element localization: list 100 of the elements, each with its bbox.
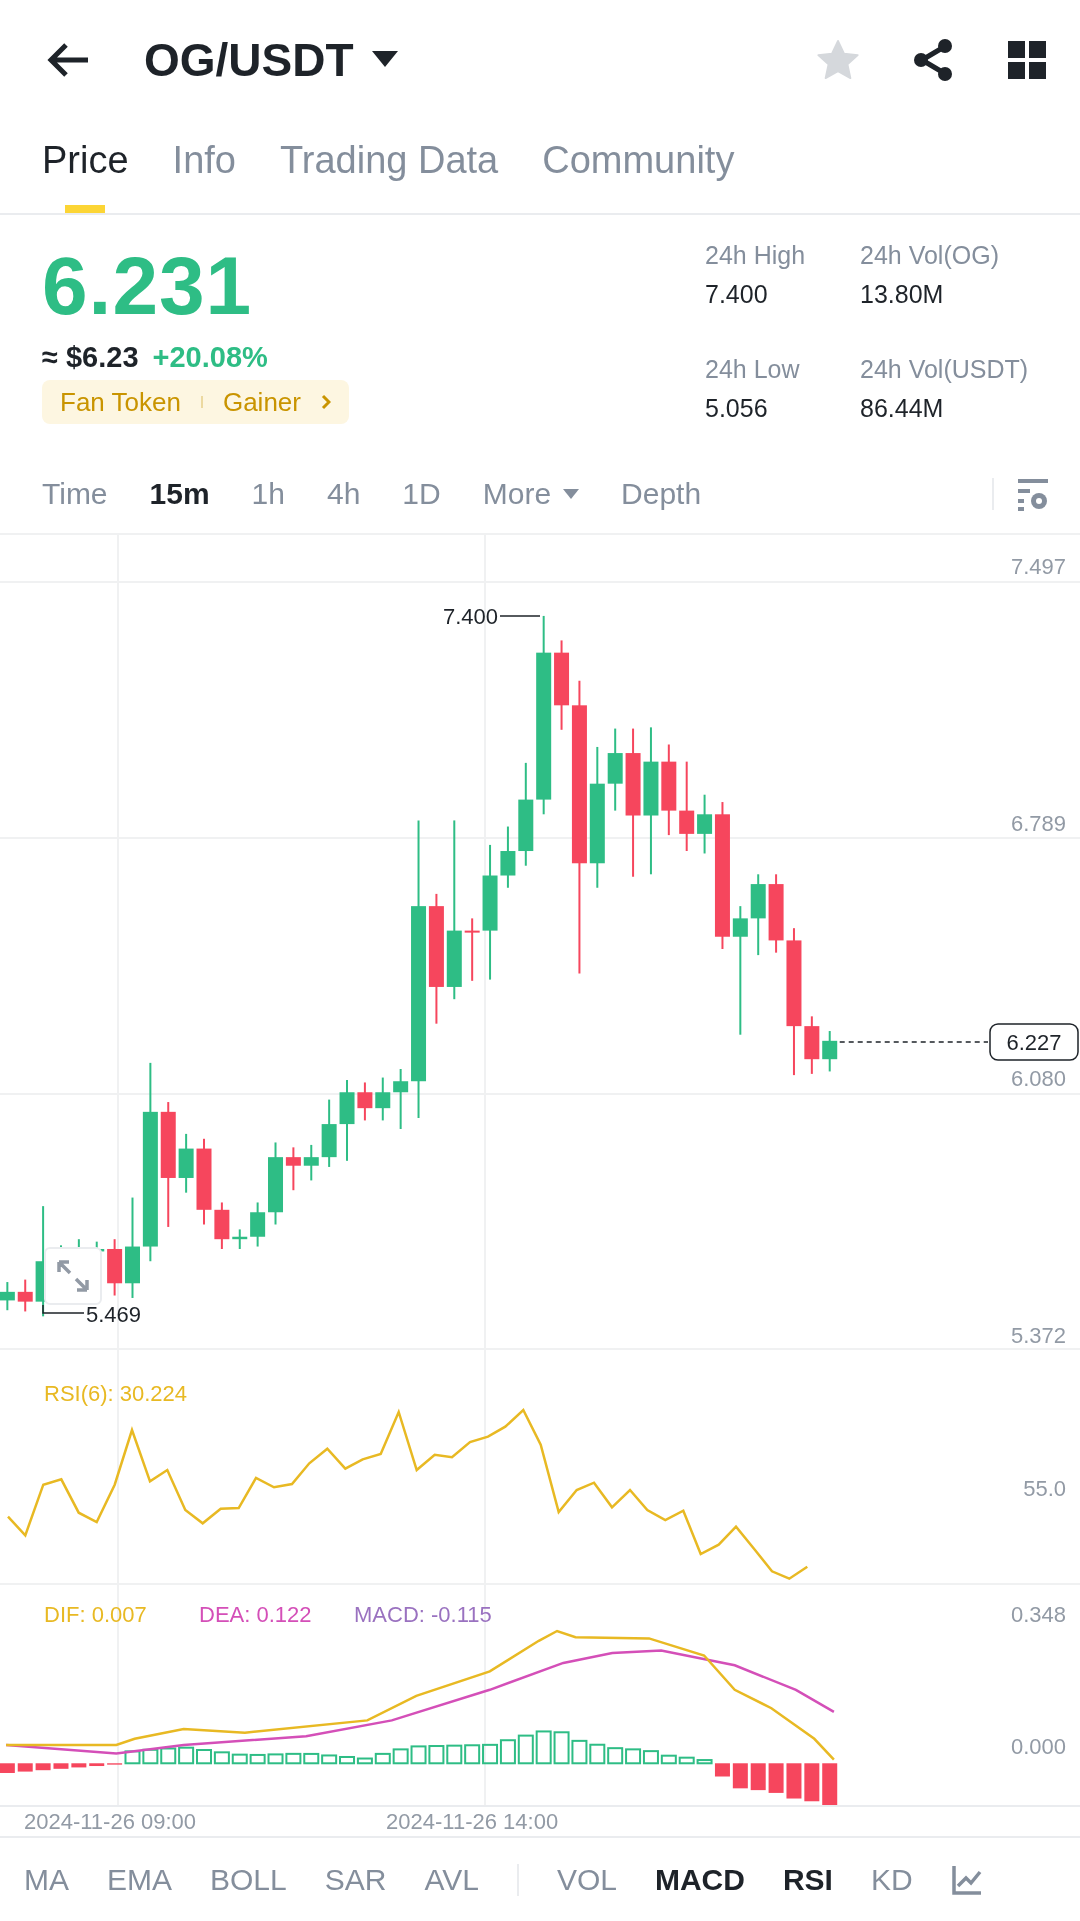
tag-label: Fan Token [60,386,181,418]
rsi-axis-label: 55.0 [1023,1476,1066,1501]
leader-line [42,1304,85,1314]
histogram-bar [213,1751,230,1765]
indicator-tab[interactable]: VOL [556,1862,617,1897]
stat-value: 5.056 [705,394,769,423]
tab[interactable]: Info [172,120,236,213]
histogram-bar [321,1754,338,1765]
time-axis-label: 2024-11-26 14:00 [386,1808,559,1835]
candlestick [804,1015,820,1075]
price-axis-label: 7.497 [1010,554,1066,579]
stat-value: 86.44M [860,394,945,423]
histogram-bar [160,1747,177,1765]
interval-tab[interactable]: 4h [327,477,361,511]
stat-label: 24h Vol(OG) [860,241,1000,270]
candlestick [321,1098,337,1168]
histogram-bar [768,1763,784,1793]
back-arrow-icon [46,42,90,78]
caret-down-icon[interactable] [371,51,398,69]
histogram-bar [499,1739,516,1765]
candlestick [250,1201,266,1248]
indicator-tab[interactable]: RSI [782,1862,833,1897]
histogram-bar [750,1763,766,1791]
indicator-tab[interactable]: KD [870,1862,913,1897]
interval-tab[interactable]: Time [42,477,108,511]
chart-settings-icon[interactable] [1016,477,1050,511]
indicator-settings-icon[interactable] [950,1863,983,1896]
indicator-tab[interactable]: SAR [324,1862,387,1897]
high-price-marker: 7.400 [442,604,498,629]
tab[interactable]: Community [542,120,735,213]
expand-icon [56,1259,90,1293]
histogram-bar [553,1731,570,1765]
interval-tab[interactable]: More [482,477,580,511]
histogram-bar [231,1753,248,1765]
histogram-bar [285,1752,302,1765]
histogram-bar [732,1763,748,1789]
leader-line [499,615,541,617]
low-price-marker: 5.469 [86,1302,142,1327]
indicator-tab[interactable]: EMA [107,1862,172,1897]
macd-legend: MACD: -0.115 [354,1602,492,1627]
histogram-bar [571,1739,588,1765]
histogram-bar [142,1748,159,1765]
histogram-bar [607,1747,624,1765]
expand-button[interactable] [44,1247,102,1305]
favorite-star-button[interactable] [816,39,860,81]
histogram-bar [89,1763,105,1767]
tag-label: Gainer [222,386,301,418]
histogram-bar [642,1750,659,1765]
time-axis-label: 2024-11-26 09:00 [24,1808,197,1835]
last-price: 6.231 [42,241,254,331]
interval-tab[interactable]: Depth [621,477,702,511]
tab[interactable]: Trading Data [279,120,499,213]
histogram-bar [35,1763,51,1771]
usd-price: ≈ $6.23 [42,341,139,374]
candlestick [285,1146,301,1192]
price-change: +20.08% [152,341,268,374]
share-button[interactable] [912,38,954,82]
candlestick [393,1068,409,1130]
histogram-bar [0,1763,15,1773]
stat-label: 24h Vol(USDT) [860,355,1030,384]
grid-button[interactable] [1008,41,1046,79]
price-axis-label: 6.080 [1010,1066,1066,1091]
histogram-bar [625,1748,642,1765]
back-button[interactable] [46,42,90,78]
candlestick [232,1228,248,1250]
last-price-value: 6.227 [1006,1030,1062,1055]
candlestick [178,1132,194,1194]
candlestick [17,1278,33,1313]
macd-axis-label: 0.348 [1010,1602,1066,1627]
tag-chip[interactable]: Fan Token Gainer [42,380,349,424]
stat-value: 7.400 [705,280,769,309]
stat-value: 13.80M [860,280,945,309]
histogram-bar [589,1743,606,1765]
candlestick [500,825,516,889]
indicator-tab[interactable]: MA [24,1862,69,1897]
macd-legend: DIF: 0.007 [44,1602,147,1627]
indicator-tab[interactable]: MACD [654,1862,745,1897]
tab[interactable]: Price [42,120,129,213]
indicator-tab[interactable]: BOLL [210,1862,287,1897]
indicator-tab[interactable]: AVL [424,1862,479,1897]
pair-title[interactable]: OG/USDT [144,33,354,87]
candlestick [303,1143,319,1182]
histogram-bar [53,1763,69,1769]
histogram-bar [339,1756,355,1765]
macd-axis-label: 0.000 [1010,1734,1066,1759]
interval-tab[interactable]: 15m [149,477,210,511]
histogram-bar [392,1748,409,1765]
histogram-bar [410,1745,427,1765]
histogram-bar [822,1763,838,1805]
candlestick [375,1076,391,1122]
candlestick [822,1030,838,1073]
histogram-bar [517,1734,534,1765]
interval-tab[interactable]: 1D [402,477,441,511]
chevron-right-icon [321,394,331,410]
interval-tab[interactable]: 1h [251,477,285,511]
histogram-bar [446,1744,463,1765]
histogram-bar [303,1752,320,1765]
caret-down-icon [563,488,580,500]
histogram-bar [71,1763,87,1768]
histogram-bar [786,1763,802,1799]
